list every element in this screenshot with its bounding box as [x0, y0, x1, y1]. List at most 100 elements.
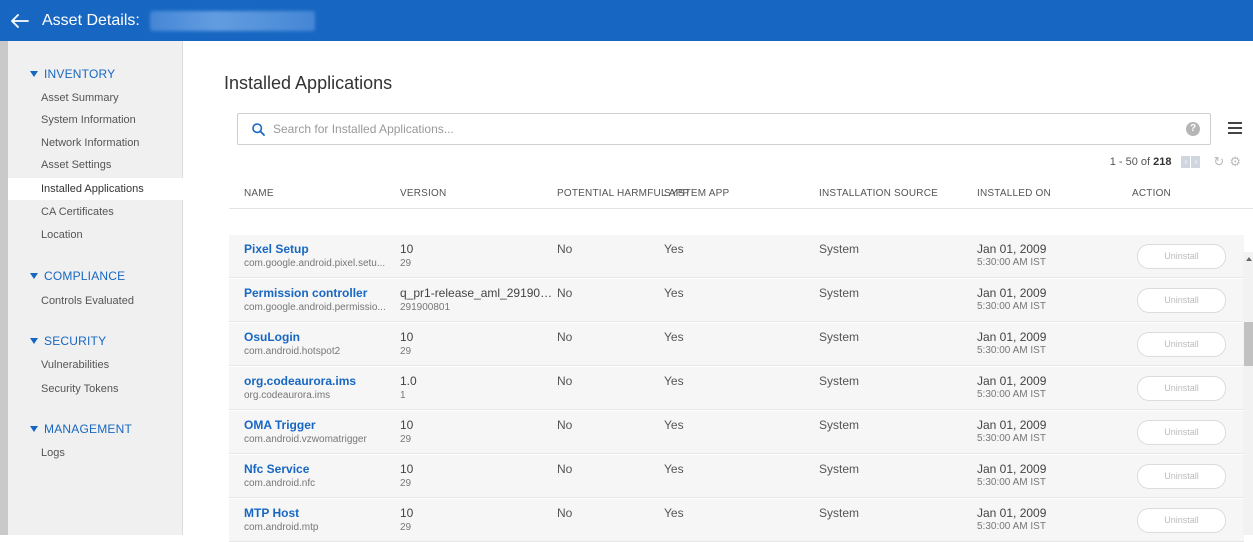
table-row: Pixel Setup com.google.android.pixel.set… — [229, 235, 1244, 278]
app-package: com.android.vzwomatrigger — [244, 434, 367, 445]
scrollbar-thumb[interactable] — [1244, 322, 1253, 366]
install-source: System — [819, 462, 860, 476]
page-header-title: Asset Details: — [42, 11, 140, 29]
harmful-value: No — [557, 506, 573, 520]
prev-page-icon[interactable]: ‹ — [1181, 156, 1191, 168]
installed-time: 5:30:00 AM IST — [977, 257, 1046, 268]
app-version: 10 — [400, 418, 414, 432]
table-row: org.codeaurora.ims org.codeaurora.ims 1.… — [229, 367, 1244, 410]
installed-date: Jan 01, 2009 — [977, 418, 1047, 432]
app-version: 10 — [400, 506, 414, 520]
install-source: System — [819, 286, 860, 300]
app-version-code: 29 — [400, 478, 412, 489]
column-header-system-app[interactable]: SYSTEM APP — [664, 188, 729, 199]
harmful-value: No — [557, 242, 573, 256]
sidebar-section-label: SECURITY — [44, 334, 107, 348]
sidebar-edge — [0, 41, 8, 535]
installed-time: 5:30:00 AM IST — [977, 389, 1046, 400]
sidebar-section-label: MANAGEMENT — [44, 422, 133, 436]
table-row: Nfc Service com.android.nfc 10 29 No Yes… — [229, 455, 1244, 498]
app-name-link[interactable]: OsuLogin — [244, 330, 300, 344]
app-version: 10 — [400, 330, 414, 344]
uninstall-button[interactable]: Uninstall — [1137, 420, 1226, 445]
app-version: 1.0 — [400, 374, 417, 388]
harmful-value: No — [557, 330, 573, 344]
sidebar-item-system-information[interactable]: System Information — [8, 109, 183, 131]
app-name-link[interactable]: OMA Trigger — [244, 418, 316, 432]
install-source: System — [819, 506, 860, 520]
uninstall-button[interactable]: Uninstall — [1137, 376, 1226, 401]
system-app-value: Yes — [664, 330, 684, 344]
top-bar: Asset Details: — [0, 0, 1253, 41]
app-name-link[interactable]: Permission controller — [244, 286, 367, 300]
pager-nav: ‹ › — [1181, 156, 1201, 168]
column-header-installation-source[interactable]: INSTALLATION SOURCE — [819, 188, 938, 199]
column-header-version[interactable]: VERSION — [400, 188, 446, 199]
uninstall-button[interactable]: Uninstall — [1137, 508, 1226, 533]
sidebar-item-location[interactable]: Location — [8, 224, 183, 246]
page-title: Installed Applications — [224, 73, 393, 93]
sidebar-section-management[interactable]: MANAGEMENT — [30, 422, 132, 436]
install-source: System — [819, 418, 860, 432]
sidebar-section-label: INVENTORY — [44, 67, 116, 81]
sidebar-item-network-information[interactable]: Network Information — [8, 132, 183, 154]
app-version: 10 — [400, 462, 414, 476]
column-header-installed-on[interactable]: INSTALLED ON — [977, 188, 1051, 199]
table-row: OsuLogin com.android.hotspot2 10 29 No Y… — [229, 323, 1244, 366]
app-version-code: 29 — [400, 346, 412, 357]
system-app-value: Yes — [664, 462, 684, 476]
app-package: com.google.android.pixel.setu... — [244, 258, 386, 269]
sidebar-section-security[interactable]: SECURITY — [30, 334, 106, 348]
uninstall-button[interactable]: Uninstall — [1137, 464, 1226, 489]
install-source: System — [819, 242, 860, 256]
installed-date: Jan 01, 2009 — [977, 506, 1047, 520]
sidebar-item-asset-settings[interactable]: Asset Settings — [8, 154, 183, 176]
installed-time: 5:30:00 AM IST — [977, 301, 1046, 312]
app-package: com.android.nfc — [244, 478, 316, 489]
uninstall-button[interactable]: Uninstall — [1137, 288, 1226, 313]
uninstall-button[interactable]: Uninstall — [1137, 244, 1226, 269]
app-name-link[interactable]: MTP Host — [244, 506, 299, 520]
table-row: MTP Host com.android.mtp 10 29 No Yes Sy… — [229, 499, 1244, 542]
sidebar-item-vulnerabilities[interactable]: Vulnerabilities — [8, 354, 183, 376]
scroll-up-arrow-icon[interactable] — [1246, 257, 1252, 261]
search-input[interactable] — [273, 122, 1153, 136]
install-source: System — [819, 374, 860, 388]
sidebar-item-ca-certificates[interactable]: CA Certificates — [8, 201, 183, 223]
sidebar-item-controls-evaluated[interactable]: Controls Evaluated — [8, 290, 183, 312]
app-package: com.android.mtp — [244, 522, 319, 533]
search-icon — [252, 122, 265, 136]
help-icon[interactable]: ? — [1186, 122, 1200, 136]
uninstall-button[interactable]: Uninstall — [1137, 332, 1226, 357]
sidebar-item-security-tokens[interactable]: Security Tokens — [8, 378, 183, 400]
installed-date: Jan 01, 2009 — [977, 286, 1047, 300]
app-version-code: 1 — [400, 390, 406, 401]
menu-icon[interactable] — [1228, 122, 1242, 137]
next-page-icon[interactable]: › — [1191, 156, 1201, 168]
sidebar-item-logs[interactable]: Logs — [8, 442, 183, 464]
search-bar[interactable]: ? — [237, 113, 1211, 145]
app-name-link[interactable]: Nfc Service — [244, 462, 309, 476]
installed-time: 5:30:00 AM IST — [977, 477, 1046, 488]
back-arrow-icon — [11, 13, 29, 28]
gear-icon[interactable]: ⚙ — [1229, 154, 1241, 170]
column-header-name[interactable]: NAME — [244, 188, 274, 199]
system-app-value: Yes — [664, 418, 684, 432]
installed-time: 5:30:00 AM IST — [977, 433, 1046, 444]
system-app-value: Yes — [664, 242, 684, 256]
installed-time: 5:30:00 AM IST — [977, 345, 1046, 356]
sidebar-item-installed-applications[interactable]: Installed Applications — [8, 178, 183, 200]
sidebar-section-compliance[interactable]: COMPLIANCE — [30, 269, 125, 283]
app-name-link[interactable]: org.codeaurora.ims — [244, 374, 356, 388]
app-name-link[interactable]: Pixel Setup — [244, 242, 309, 256]
sidebar-section-inventory[interactable]: INVENTORY — [30, 67, 115, 81]
table-scrollbar[interactable] — [1243, 252, 1253, 535]
app-version-code: 29 — [400, 258, 412, 269]
harmful-value: No — [557, 374, 573, 388]
sidebar: INVENTORY Asset Summary System Informati… — [0, 41, 183, 535]
back-button[interactable] — [0, 0, 40, 41]
refresh-icon[interactable]: ↻ — [1213, 154, 1224, 170]
pager-range: 1 - 50 of — [1109, 156, 1151, 168]
system-app-value: Yes — [664, 374, 684, 388]
sidebar-item-asset-summary[interactable]: Asset Summary — [8, 87, 183, 109]
